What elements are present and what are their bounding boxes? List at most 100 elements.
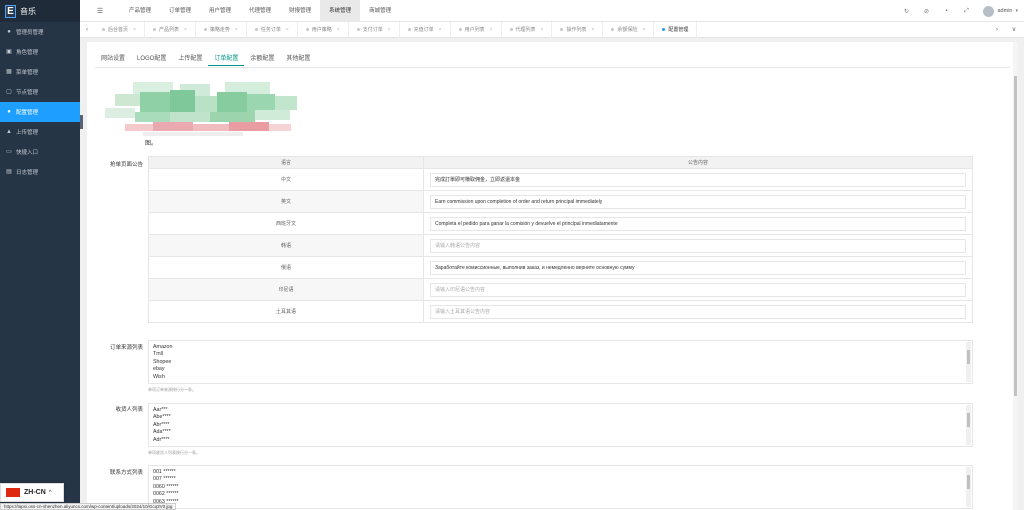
close-icon[interactable]: × — [286, 22, 289, 38]
notice-input[interactable]: 请输入印尼语公告内容 — [430, 282, 966, 297]
sidebar-item[interactable]: ▤ 日志管理 — [0, 162, 80, 182]
textarea-line: ebay — [153, 366, 165, 373]
content-cell: 请输入土耳其语公告内容 — [423, 300, 973, 323]
lock-icon[interactable]: ▪ — [937, 8, 957, 15]
hamburger-menu-icon[interactable]: ☰ — [80, 7, 120, 15]
language-cell: 土耳其语 — [148, 300, 424, 323]
page-tab[interactable]: 充值订单 × — [400, 21, 451, 38]
textarea-line: 0060 ****** — [153, 483, 179, 490]
top-menu-item[interactable]: 用户管理 — [200, 0, 240, 22]
fullscreen-icon[interactable]: ⤢ — [957, 8, 977, 15]
config-subtab[interactable]: LOGO配置 — [131, 52, 172, 66]
upload-icon: ▲ — [6, 129, 12, 135]
role-icon: ▣ — [6, 49, 12, 55]
textarea-scrollbar[interactable] — [966, 342, 971, 382]
sidebar-collapse-handle[interactable] — [80, 115, 83, 129]
page-scrollbar[interactable] — [1013, 42, 1018, 510]
order-source-textarea[interactable]: Amazon Tmll Shopee ebay Wish — [148, 340, 973, 384]
content-cell: 请输入韩语公告内容 — [423, 234, 973, 257]
config-subtab[interactable]: 网站设置 — [95, 52, 131, 66]
notice-input[interactable]: 完成訂單即可賺取佣金，立即返還本金 — [430, 172, 966, 187]
sidebar-item[interactable]: ● 配置管理 — [0, 102, 80, 122]
close-icon[interactable]: × — [490, 22, 493, 38]
close-icon[interactable]: × — [184, 22, 187, 38]
close-icon[interactable]: × — [388, 22, 391, 38]
top-menu-item[interactable]: 财报管理 — [280, 0, 320, 22]
tabs-prev-icon[interactable]: ‹ — [80, 27, 94, 33]
page-tab-label: 用户策略 — [311, 26, 332, 33]
tab-dot-icon — [356, 28, 360, 31]
page-tab[interactable]: 余额保险 × — [603, 21, 655, 38]
tab-dot-icon — [407, 28, 411, 31]
receiver-textarea[interactable]: Aar*** Abe**** Abr**** Ada**** Adr**** — [148, 403, 973, 447]
page-tab[interactable]: 产品列表 × — [145, 21, 196, 38]
table-row: 韩语 请输入韩语公告内容 — [148, 234, 973, 257]
close-icon[interactable]: × — [133, 22, 136, 38]
notice-input[interactable]: 请输入韩语公告内容 — [430, 238, 966, 253]
page-tab[interactable]: 策略走势 × — [196, 21, 247, 38]
notice-input[interactable]: 请输入土耳其语公告内容 — [430, 304, 966, 319]
page-tab-label: 操作列表 — [566, 26, 587, 33]
chevron-down-icon[interactable]: ▾ — [1015, 8, 1018, 14]
user-name[interactable]: admin — [998, 8, 1013, 14]
page-tab[interactable]: 用户策略 × — [298, 21, 349, 38]
close-icon[interactable]: × — [642, 22, 645, 38]
config-subtab[interactable]: 上传配置 — [172, 52, 208, 66]
sidebar-item[interactable]: ▦ 菜单管理 — [0, 62, 80, 82]
page-tab[interactable]: 用户列表 × — [451, 21, 502, 38]
top-menu-item[interactable]: 系统管理 — [320, 0, 361, 22]
sidebar-item[interactable]: ● 管理员管理 — [0, 22, 80, 42]
notice-input[interactable]: Earn commission upon completion of order… — [430, 194, 966, 209]
config-subtab[interactable]: 其他配置 — [280, 52, 316, 66]
page-tab[interactable]: 代理列表 × — [502, 21, 553, 38]
order-source-lines: Amazon Tmll Shopee ebay Wish — [153, 344, 968, 381]
receiver-label: 收货人列表 — [115, 407, 143, 413]
textarea-line: Abe**** — [153, 414, 171, 421]
order-source-label: 订单来源列表 — [109, 345, 143, 351]
receiver-lines: Aar*** Abe**** Abr**** Ada**** Adr**** — [153, 407, 968, 444]
table-row: 印尼语 请输入印尼语公告内容 — [148, 278, 973, 301]
page-tabs-bar: ‹ 后台首页 × 产品列表 × 策略走势 × 任务订单 × 用户策略 × 支付订单 × 充值订单 × 用户列… — [80, 21, 1024, 38]
refresh-icon[interactable]: ↻ — [897, 8, 917, 15]
sidebar-item[interactable]: ▲ 上传管理 — [0, 122, 80, 142]
page-tab[interactable]: 任务订单 × — [247, 21, 298, 38]
textarea-line: Aar*** — [153, 407, 168, 413]
top-menu-item[interactable]: 商城管理 — [360, 0, 400, 22]
pixelated-image — [105, 82, 315, 140]
notice-input[interactable]: Заработайте комиссионные, выполнив заказ… — [430, 260, 966, 275]
page-tab[interactable]: 支付订单 × — [349, 21, 400, 38]
page-tab-label: 配置管理 — [668, 26, 689, 33]
sidebar-menu: ● 管理员管理 ▣ 角色管理 ▦ 菜单管理 ▢ 节点管理 ● 配置管理 ▲ 上传管理 ▭ 快捷入口 ▤ 日志管… — [0, 22, 80, 182]
tabs-next-icon[interactable]: › — [990, 22, 1004, 38]
close-icon[interactable]: × — [591, 22, 594, 38]
top-menu-item[interactable]: 产品管理 — [120, 0, 160, 22]
page-tab[interactable]: 后台首页 × — [94, 21, 145, 38]
sidebar-item[interactable]: ▣ 角色管理 — [0, 42, 80, 62]
sidebar-item[interactable]: ▢ 节点管理 — [0, 82, 80, 102]
textarea-scrollbar[interactable] — [966, 405, 971, 445]
textarea-line: Abr**** — [153, 421, 170, 428]
tab-dot-icon — [560, 28, 564, 31]
notice-input[interactable]: Completa el pedido para ganar la comisió… — [430, 216, 966, 231]
sidebar-item[interactable]: ▭ 快捷入口 — [0, 142, 80, 162]
close-icon[interactable]: × — [235, 22, 238, 38]
tabs-more-icon[interactable]: ∨ — [1004, 22, 1024, 38]
close-icon[interactable]: × — [337, 22, 340, 38]
textarea-scrollbar[interactable] — [966, 467, 971, 507]
image-caption-tail: 图。 — [145, 141, 158, 147]
close-icon[interactable]: × — [439, 22, 442, 38]
user-icon: ● — [7, 29, 11, 35]
top-menu-item[interactable]: 订单管理 — [160, 0, 200, 22]
top-menu-item[interactable]: 代理管理 — [240, 0, 280, 22]
page-tab[interactable]: 配置管理 — [654, 21, 698, 38]
avatar[interactable] — [982, 5, 994, 17]
config-subtab[interactable]: 余额配置 — [244, 52, 280, 66]
config-subtab[interactable]: 订单配置 — [208, 52, 245, 66]
language-switcher[interactable]: ZH-CN ^ — [0, 483, 64, 502]
sidebar-item-label: 菜单管理 — [16, 70, 39, 76]
clear-icon[interactable]: ⊘ — [917, 8, 937, 15]
logo-icon: E — [5, 4, 16, 18]
page-tab[interactable]: 操作列表 × — [552, 21, 604, 38]
contact-textarea[interactable]: 001 ****** 007 ****** 0060 ****** 0062 ****… — [148, 465, 973, 509]
close-icon[interactable]: × — [541, 22, 544, 38]
